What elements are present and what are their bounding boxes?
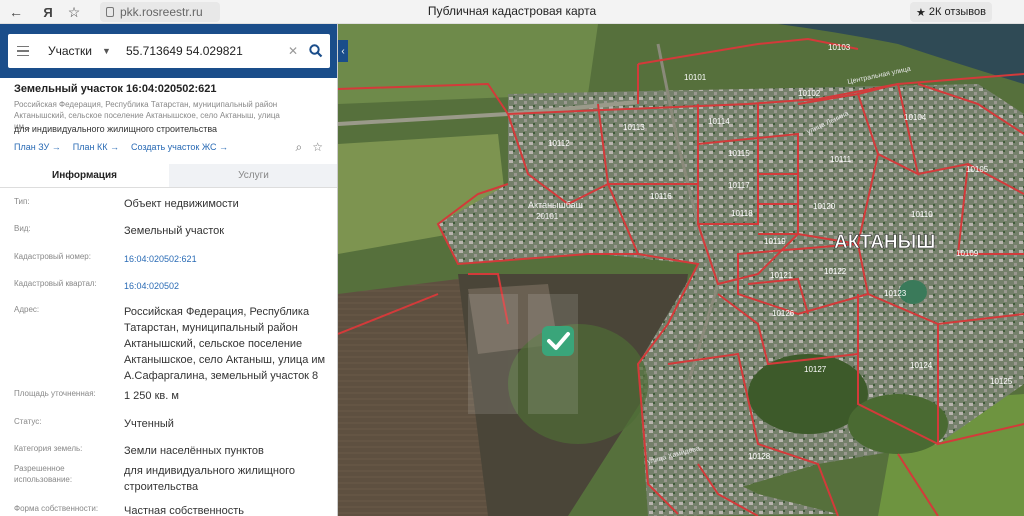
- map-view[interactable]: 10103 10101 10102 10112 10113 10114 1010…: [338, 24, 1024, 516]
- quarter-label: 10126: [772, 309, 795, 318]
- quarter-label: 10114: [708, 117, 730, 126]
- quarter-label: 10109: [956, 249, 979, 258]
- category-select[interactable]: Участки ▼: [38, 44, 111, 58]
- quarter-label: 10128: [748, 452, 771, 461]
- info-rows: Тип: Объект недвижимости Вид: Земельный …: [0, 188, 337, 516]
- row-address: Адрес: Российская Федерация, Республика …: [14, 305, 326, 382]
- info-panel: Участки ▼ 55.713649 54.029821 ✕ Земельны…: [0, 24, 338, 516]
- url-text: pkk.rosreestr.ru: [120, 5, 203, 19]
- quarter-label: 10124: [910, 361, 933, 370]
- quarter-label: 10111: [830, 155, 852, 164]
- quarter-label: 10104: [904, 113, 927, 122]
- search-input[interactable]: 55.713649 54.029821: [108, 44, 284, 58]
- collapse-panel-button[interactable]: ‹: [338, 40, 348, 62]
- link-plan-zu[interactable]: План ЗУ →: [14, 142, 61, 152]
- link-create-plot[interactable]: Создать участок ЖС →: [131, 142, 228, 152]
- back-arrow-icon[interactable]: ←: [6, 2, 26, 22]
- quarter-label: 10123: [884, 289, 907, 298]
- star-icon: ★: [915, 6, 926, 19]
- search-button[interactable]: [302, 34, 330, 68]
- quarter-label: 10110: [911, 210, 933, 219]
- object-links: План ЗУ → План КК → Создать участок ЖС →: [14, 142, 228, 152]
- quarter-label: 10127: [804, 365, 827, 374]
- row-quarter: Кадастровый квартал: 16:04:020502: [0, 269, 337, 295]
- quarter-label: 10115: [728, 149, 750, 158]
- row-kind: Вид: Земельный участок: [14, 224, 225, 237]
- yandex-logo-icon[interactable]: Я: [38, 2, 58, 22]
- row-category: Категория земель: Земли населённых пункт…: [14, 444, 264, 457]
- row-area: Площадь уточненная: 1 250 кв. м: [14, 389, 179, 402]
- object-purpose: для индивидуального жилищного строительс…: [14, 124, 218, 134]
- object-actions: ⌕ ☆: [296, 140, 324, 155]
- quarter-label: 10103: [828, 43, 851, 52]
- row-use: Разрешенное использование: для индивидуа…: [14, 464, 296, 493]
- row-status: Статус: Учтенный: [14, 417, 174, 430]
- menu-icon[interactable]: [8, 34, 38, 68]
- link-plan-kk[interactable]: План КК →: [73, 142, 119, 152]
- town-label: АКТАНЫШ: [834, 232, 935, 253]
- row-ownership: Форма собственности: Частная собственнос…: [14, 504, 245, 516]
- quarter-label: 10112: [548, 139, 570, 148]
- quarter-label: 10119: [764, 237, 786, 246]
- object-title: Земельный участок 16:04:020502:621: [14, 83, 217, 95]
- village-code: 20101: [536, 212, 559, 221]
- quarter-label: 10101: [684, 73, 707, 82]
- village-label: Актанышбаш: [528, 200, 583, 210]
- star-icon[interactable]: ☆: [64, 2, 84, 22]
- address-bar[interactable]: pkk.rosreestr.ru: [100, 2, 220, 22]
- cadnum-link[interactable]: 16:04:020502:621: [124, 251, 328, 269]
- close-icon[interactable]: ✕: [284, 44, 302, 58]
- satellite-map[interactable]: 10103 10101 10102 10112 10113 10114 1010…: [338, 24, 1024, 516]
- category-value: Участки: [48, 44, 92, 58]
- tab-services[interactable]: Услуги: [169, 164, 337, 187]
- quarter-label: 10125: [990, 377, 1013, 386]
- search-box: Участки ▼ 55.713649 54.029821 ✕: [8, 34, 330, 68]
- browser-toolbar: ← Я ☆ pkk.rosreestr.ru Публичная кадастр…: [0, 0, 1024, 24]
- tab-bar: Информация Услуги: [0, 164, 337, 188]
- quarter-label: 10117: [728, 181, 750, 190]
- reviews-button[interactable]: ★ 2К отзывов: [909, 2, 992, 22]
- quarter-link[interactable]: 16:04:020502: [124, 278, 328, 295]
- check-marker-icon[interactable]: [542, 326, 574, 356]
- favorite-star-icon[interactable]: ☆: [312, 140, 323, 155]
- search-bar: Участки ▼ 55.713649 54.029821 ✕: [0, 24, 337, 78]
- quarter-label: 10120: [813, 202, 836, 211]
- row-type: Тип: Объект недвижимости: [14, 197, 239, 210]
- quarter-label: 10116: [650, 192, 672, 201]
- quarter-label: 10121: [770, 271, 793, 280]
- quarter-label: 10105: [966, 165, 989, 174]
- tab-info[interactable]: Информация: [0, 164, 169, 187]
- quarter-label: 10113: [623, 123, 645, 132]
- lock-icon: [106, 7, 114, 17]
- locate-icon[interactable]: ⌕: [296, 140, 303, 155]
- row-cadnum: Кадастровый номер: 16:04:020502:621: [0, 242, 337, 269]
- reviews-label: 2К отзывов: [928, 6, 986, 18]
- quarter-label: 10102: [798, 89, 821, 98]
- quarter-label: 10122: [824, 267, 847, 276]
- quarter-label: 10118: [731, 209, 753, 218]
- search-icon: [309, 44, 323, 58]
